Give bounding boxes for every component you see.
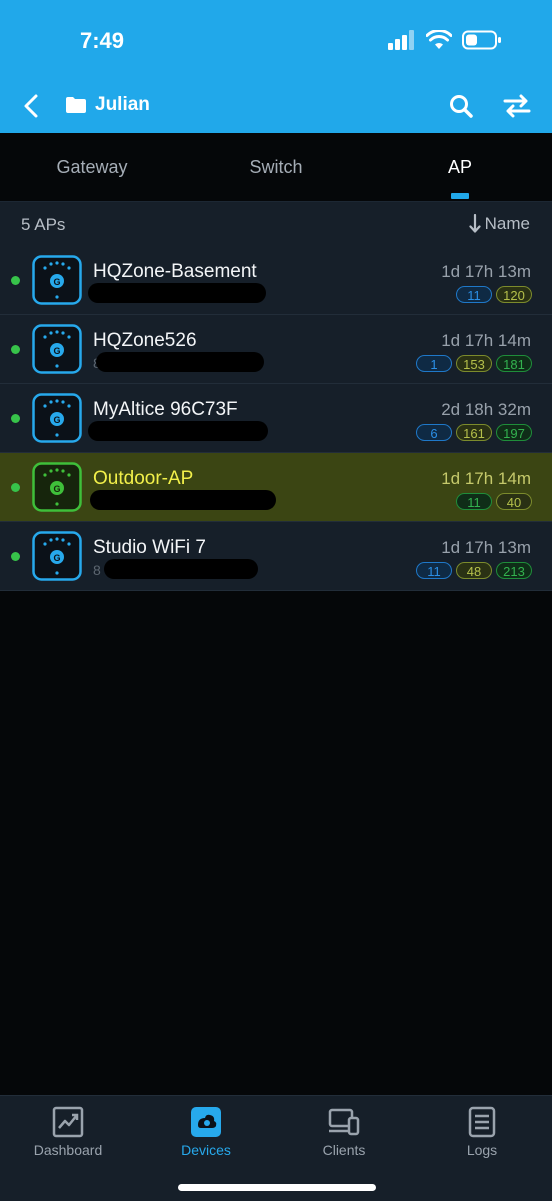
devices-icon	[191, 1107, 221, 1137]
device-uptime: 2d 18h 32m	[441, 400, 531, 419]
online-status-dot	[11, 483, 20, 492]
folder-icon	[66, 97, 86, 113]
nav-label: Dashboard	[33, 1142, 103, 1158]
device-uptime: 1d 17h 13m	[441, 538, 531, 557]
tab-indicator	[451, 193, 469, 199]
badge-count: 40	[496, 493, 532, 510]
redacted-address	[96, 352, 264, 372]
client-badges: 1 153 181	[416, 355, 532, 372]
badge-count: 197	[496, 424, 532, 441]
badge-count: 120	[496, 286, 532, 303]
device-name: Studio WiFi 7	[93, 537, 206, 558]
svg-text:G: G	[53, 277, 60, 287]
svg-text:G: G	[53, 484, 60, 494]
redacted-address	[90, 490, 276, 510]
badge-count: 213	[496, 562, 532, 579]
device-row[interactable]: G Studio WiFi 7 8 1d 17h 13m 11 48 213	[0, 522, 552, 591]
access-point-icon: G	[32, 255, 82, 305]
device-row[interactable]: G HQZone526 8 1d 17h 14m 1 153 181	[0, 315, 552, 384]
client-badges: 11 40	[456, 493, 532, 510]
access-point-icon: G	[32, 324, 82, 374]
device-subtext: 8	[93, 562, 101, 578]
badge-count: 11	[416, 562, 452, 579]
list-header: 5 APs Name	[0, 202, 552, 246]
badge-count: 161	[456, 424, 492, 441]
client-badges: 11 120	[456, 286, 532, 303]
svg-text:G: G	[53, 415, 60, 425]
battery-icon	[462, 30, 501, 50]
access-point-icon: G	[32, 462, 82, 512]
device-list: G HQZone-Basement 1d 17h 13m 11 120 G HQ…	[0, 246, 552, 591]
chart-icon	[52, 1106, 84, 1138]
device-name: HQZone-Basement	[93, 261, 257, 282]
redacted-address	[88, 421, 268, 441]
status-time: 7:49	[80, 28, 125, 53]
online-status-dot	[11, 414, 20, 423]
client-badges: 11 48 213	[416, 562, 532, 579]
home-indicator	[178, 1184, 376, 1191]
device-uptime: 1d 17h 14m	[441, 331, 531, 350]
nav-dashboard[interactable]: Dashboard	[8, 1106, 128, 1158]
search-icon[interactable]	[448, 93, 474, 119]
device-uptime: 1d 17h 13m	[441, 262, 531, 281]
nav-label: Logs	[466, 1142, 498, 1158]
device-row[interactable]: G Outdoor-AP 1d 17h 14m 11 40	[0, 453, 552, 522]
redacted-address	[104, 559, 258, 579]
clients-icon	[328, 1108, 360, 1136]
device-row[interactable]: G MyAltice 96C73F 2d 18h 32m 6 161 197	[0, 384, 552, 453]
badge-count: 1	[416, 355, 452, 372]
access-point-icon: G	[32, 393, 82, 443]
nav-clients[interactable]: Clients	[284, 1106, 404, 1158]
online-status-dot	[11, 552, 20, 561]
nav-devices[interactable]: Devices	[146, 1106, 266, 1158]
device-name: Outdoor-AP	[93, 468, 194, 489]
nav-label: Devices	[181, 1142, 231, 1158]
device-type-tabs: Gateway Switch AP	[0, 133, 552, 202]
client-badges: 6 161 197	[416, 424, 532, 441]
sort-button[interactable]: Name	[469, 214, 530, 234]
badge-count: 48	[456, 562, 492, 579]
svg-text:G: G	[53, 346, 60, 356]
wifi-icon	[426, 30, 452, 49]
device-uptime: 1d 17h 14m	[441, 469, 531, 488]
badge-count: 11	[456, 286, 492, 303]
badge-count: 153	[456, 355, 492, 372]
badge-count: 181	[496, 355, 532, 372]
svg-text:G: G	[53, 553, 60, 563]
device-row[interactable]: G HQZone-Basement 1d 17h 13m 11 120	[0, 246, 552, 315]
online-status-dot	[11, 345, 20, 354]
online-status-dot	[11, 276, 20, 285]
page-title: Julian	[95, 94, 150, 115]
device-name: MyAltice 96C73F	[93, 399, 238, 420]
redacted-address	[88, 283, 266, 303]
tab-ap[interactable]: AP	[390, 157, 530, 178]
device-name: HQZone526	[93, 330, 197, 351]
access-point-icon: G	[32, 531, 82, 581]
status-icons	[388, 28, 502, 52]
nav-logs[interactable]: Logs	[422, 1106, 542, 1158]
badge-count: 6	[416, 424, 452, 441]
top-bar: 7:49 Julian	[0, 0, 552, 133]
badge-count: 11	[456, 493, 492, 510]
tab-switch[interactable]: Switch	[206, 157, 346, 178]
sort-arrow-icon	[469, 214, 481, 233]
logs-icon	[468, 1106, 496, 1138]
ap-count: 5 APs	[21, 215, 66, 234]
signal-icon	[388, 30, 414, 50]
nav-label: Clients	[322, 1142, 366, 1158]
tab-gateway[interactable]: Gateway	[22, 157, 162, 178]
swap-icon[interactable]	[503, 93, 531, 119]
back-icon[interactable]	[18, 92, 46, 120]
sort-label: Name	[484, 214, 530, 233]
